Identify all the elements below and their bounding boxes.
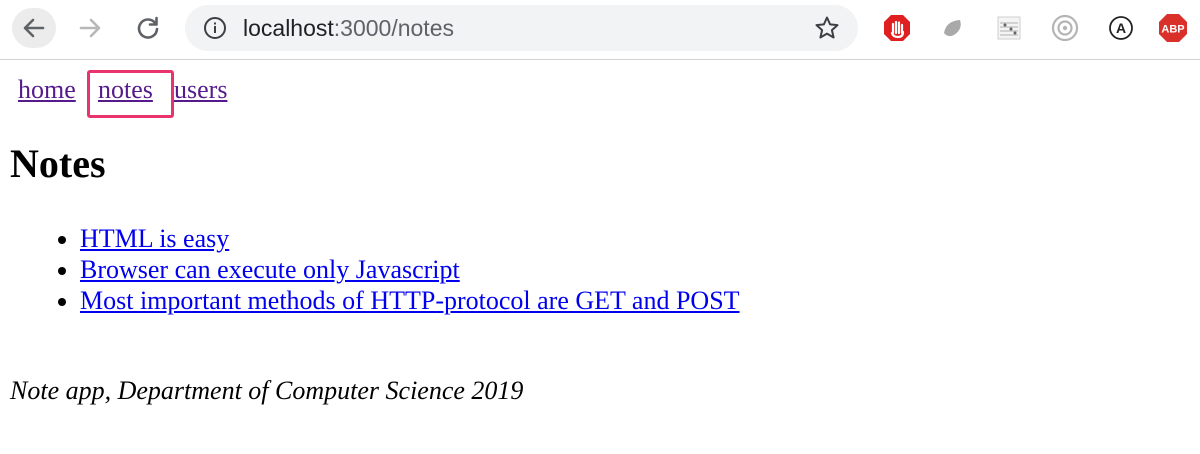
reload-icon: [137, 16, 159, 39]
adblock-plus-icon[interactable]: ABP: [1158, 13, 1188, 43]
nav-link-users[interactable]: users: [174, 74, 227, 106]
list-item: Browser can execute only Javascript: [80, 254, 740, 285]
target-icon[interactable]: [1050, 13, 1080, 43]
address-bar[interactable]: localhost:3000/notes: [185, 5, 858, 51]
back-button[interactable]: [12, 8, 56, 48]
page-title: Notes: [10, 141, 106, 186]
music-sheet-icon[interactable]: [994, 13, 1024, 43]
stop-hand-icon[interactable]: [882, 13, 912, 43]
arrow-right-icon: [79, 18, 101, 38]
url-path: :3000/notes: [333, 15, 454, 41]
info-icon[interactable]: [203, 16, 227, 40]
a-circle-icon[interactable]: A: [1106, 13, 1136, 43]
leaf-icon[interactable]: [938, 13, 968, 43]
list-item: Most important methods of HTTP-protocol …: [80, 285, 740, 316]
forward-button[interactable]: [68, 8, 112, 48]
list-item: HTML is easy: [80, 223, 740, 254]
adblock-plus-label: ABP: [1161, 24, 1184, 36]
footer-text: Note app, Department of Computer Science…: [10, 376, 524, 405]
a-circle-label: A: [1116, 20, 1126, 36]
url-host: localhost: [243, 15, 334, 41]
star-icon[interactable]: [814, 15, 840, 41]
url-text: localhost:3000/notes: [243, 15, 454, 41]
note-link[interactable]: Browser can execute only Javascript: [80, 255, 460, 284]
browser-toolbar: localhost:3000/notes A ABP: [0, 0, 1200, 60]
highlight-annotation-box: [87, 70, 174, 118]
note-link[interactable]: HTML is easy: [80, 224, 229, 253]
arrow-left-icon: [23, 18, 45, 38]
reload-button[interactable]: [126, 8, 170, 48]
nav-link-home[interactable]: home: [18, 74, 76, 106]
note-link[interactable]: Most important methods of HTTP-protocol …: [80, 286, 740, 315]
notes-list: HTML is easy Browser can execute only Ja…: [40, 223, 740, 316]
